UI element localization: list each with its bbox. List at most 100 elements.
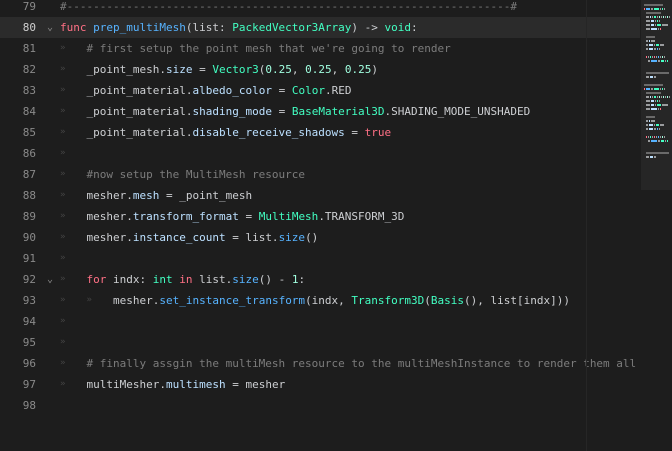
minimap-stroke <box>659 100 660 102</box>
indent-tab-icon: » <box>60 358 66 368</box>
minimap-stroke <box>660 56 661 58</box>
code-token: instance_count <box>132 231 226 244</box>
minimap-stroke <box>655 24 656 26</box>
minimap-stroke <box>646 116 655 118</box>
line-number[interactable]: 89 <box>0 206 36 227</box>
line-number[interactable]: 86 <box>0 143 36 164</box>
code-line[interactable]: 92 ⌄ » for indx: int in list.size() - 1: <box>0 269 640 290</box>
code-line[interactable]: 91 » <box>0 248 640 269</box>
line-number[interactable]: 80 <box>0 17 36 38</box>
code-line[interactable]: 97 » multiMesher.multimesh = mesher <box>0 374 640 395</box>
code-text[interactable]: mesher.mesh = _point_mesh <box>87 185 253 206</box>
minimap-stroke <box>663 16 664 18</box>
code-text[interactable]: # first setup the point mesh that we're … <box>87 38 451 59</box>
code-text[interactable]: _point_material.albedo_color = Color.RED <box>87 80 352 101</box>
line-number[interactable]: 83 <box>0 80 36 101</box>
code-token: PackedVector3Array <box>232 21 352 34</box>
code-text[interactable]: func prep_multiMesh(list: PackedVector3A… <box>60 17 418 38</box>
minimap-stroke <box>655 104 656 106</box>
indent-tab-icon: » <box>60 43 66 53</box>
minimap-stroke <box>656 136 657 138</box>
code-token: ( <box>424 294 431 307</box>
code-token: , <box>291 63 306 76</box>
line-number[interactable]: 84 <box>0 101 36 122</box>
code-text[interactable]: mesher.transform_format = MultiMesh.TRAN… <box>87 206 405 227</box>
code-line[interactable]: 85 » _point_material.disable_receive_shado… <box>0 122 640 143</box>
minimap-stroke <box>650 16 651 18</box>
minimap[interactable] <box>641 0 672 190</box>
code-token: () - <box>258 273 292 286</box>
code-line[interactable]: 87 » #now setup the MultiMesh resource <box>0 164 640 185</box>
minimap-stroke <box>664 8 665 10</box>
code-line[interactable]: 86 » <box>0 143 640 164</box>
code-token: in <box>179 273 193 286</box>
code-line[interactable]: 98 <box>0 395 640 416</box>
code-line[interactable]: 96 » # finally assgin the multiMesh resour… <box>0 353 640 374</box>
code-token: mesher. <box>86 189 133 202</box>
line-number[interactable]: 82 <box>0 59 36 80</box>
code-line[interactable]: 93 » » mesher.set_instance_transform(indx, … <box>0 290 640 311</box>
code-line[interactable]: 95 » <box>0 332 640 353</box>
fold-chevron-down-icon[interactable]: ⌄ <box>44 17 56 38</box>
minimap-stroke <box>660 28 661 30</box>
minimap-stroke <box>650 96 651 98</box>
code-line[interactable]: 79 #-------------------------------------… <box>0 0 640 17</box>
indent-tab-icon: » <box>60 274 66 284</box>
minimap-stroke <box>651 40 655 42</box>
minimap-stroke <box>658 108 659 110</box>
line-number[interactable]: 90 <box>0 227 36 248</box>
line-number[interactable]: 98 <box>0 395 36 416</box>
code-line[interactable]: 84 » _point_material.shading_mode = BaseMa… <box>0 101 640 122</box>
code-line[interactable]: 90 » mesher.instance_count = list.size() <box>0 227 640 248</box>
line-number[interactable]: 88 <box>0 185 36 206</box>
code-token: _point_mesh. <box>86 63 166 76</box>
line-number[interactable]: 96 <box>0 353 36 374</box>
minimap-stroke <box>646 28 650 30</box>
code-token: #now setup the MultiMesh resource <box>86 168 306 181</box>
code-text[interactable]: #---------------------------------------… <box>60 0 517 17</box>
line-number[interactable]: 95 <box>0 332 36 353</box>
line-number[interactable]: 92 <box>0 269 36 290</box>
minimap-stroke <box>646 156 649 158</box>
code-editor[interactable]: 79 #-------------------------------------… <box>0 0 640 451</box>
code-token: 0.25 <box>265 63 292 76</box>
code-text[interactable]: multiMesher.multimesh = mesher <box>87 374 286 395</box>
line-number[interactable]: 94 <box>0 311 36 332</box>
code-text[interactable]: #now setup the MultiMesh resource <box>87 164 306 185</box>
code-line[interactable]: 81 » # first setup the point mesh that we'… <box>0 38 640 59</box>
code-token: = mesher <box>225 378 286 391</box>
minimap-stroke <box>650 136 651 138</box>
code-text[interactable]: _point_material.shading_mode = BaseMater… <box>87 101 531 122</box>
minimap-stroke <box>658 136 659 138</box>
line-number[interactable]: 91 <box>0 248 36 269</box>
minimap-stroke <box>646 16 649 18</box>
code-line[interactable]: 82 » _point_mesh.size = Vector3(0.25, 0.25… <box>0 59 640 80</box>
minimap-stroke <box>651 108 657 110</box>
code-token: .TRANSFORM_3D <box>318 210 405 223</box>
code-text[interactable]: # finally assgin the multiMesh resource … <box>87 353 637 374</box>
code-line[interactable]: 94 » <box>0 311 640 332</box>
code-token: = <box>344 126 365 139</box>
code-line[interactable]: 83 » _point_material.albedo_color = Color.… <box>0 80 640 101</box>
minimap-stroke <box>664 136 665 138</box>
line-number[interactable]: 85 <box>0 122 36 143</box>
code-text[interactable]: _point_mesh.size = Vector3(0.25, 0.25, 0… <box>87 59 378 80</box>
line-number[interactable]: 79 <box>0 0 36 17</box>
line-number[interactable]: 87 <box>0 164 36 185</box>
minimap-stroke <box>655 100 656 102</box>
code-line[interactable]: 88 » mesher.mesh = _point_mesh <box>0 185 640 206</box>
line-number[interactable]: 93 <box>0 290 36 311</box>
code-line[interactable]: 80 ⌄ func prep_multiMesh(list: PackedVecto… <box>0 17 640 38</box>
code-text[interactable]: _point_material.disable_receive_shadows … <box>87 122 392 143</box>
code-token: : <box>411 21 418 34</box>
indent-tab-icon: » <box>60 190 66 200</box>
code-text[interactable]: mesher.instance_count = list.size() <box>87 227 319 248</box>
code-text[interactable]: for indx: int in list.size() - 1: <box>87 269 306 290</box>
line-number[interactable]: 81 <box>0 38 36 59</box>
minimap-stroke <box>654 128 656 130</box>
line-number[interactable]: 97 <box>0 374 36 395</box>
code-text[interactable]: mesher.set_instance_transform(indx, Tran… <box>113 290 570 311</box>
code-line[interactable]: 89 » mesher.transform_format = MultiMesh.T… <box>0 206 640 227</box>
minimap-stroke <box>660 8 661 10</box>
fold-chevron-down-icon[interactable]: ⌄ <box>44 269 56 290</box>
